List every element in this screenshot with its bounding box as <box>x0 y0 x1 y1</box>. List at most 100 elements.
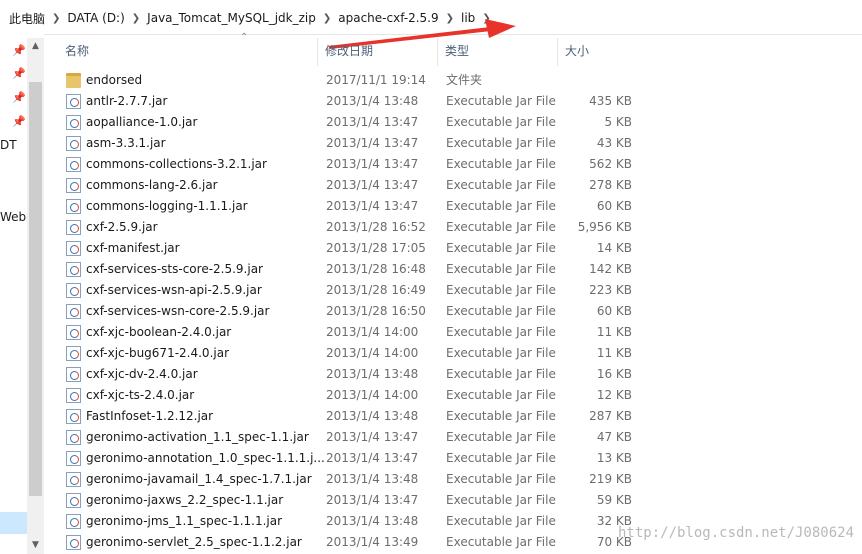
file-row[interactable]: cxf-services-wsn-core-2.5.9.jar 2013/1/28… <box>58 301 640 322</box>
column-header-date[interactable]: 修改日期 <box>318 38 438 66</box>
file-modified-date: 2013/1/4 13:48 <box>326 514 419 528</box>
file-row[interactable]: commons-logging-1.1.1.jar 2013/1/4 13:47 E… <box>58 196 640 217</box>
file-modified-date: 2013/1/4 13:47 <box>326 451 419 465</box>
file-modified-date: 2013/1/4 13:48 <box>326 409 419 423</box>
column-header-size[interactable]: 大小 <box>558 38 640 66</box>
file-modified-date: 2013/1/4 13:47 <box>326 115 419 129</box>
file-row[interactable]: geronimo-javamail_1.4_spec-1.7.1.jar 2013… <box>58 469 640 490</box>
file-row[interactable]: aopalliance-1.0.jar 2013/1/4 13:47 Executa… <box>58 112 640 133</box>
file-row[interactable]: commons-collections-3.2.1.jar 2013/1/4 13… <box>58 154 640 175</box>
file-row[interactable]: cxf-xjc-ts-2.4.0.jar 2013/1/4 14:00 Execut… <box>58 385 640 406</box>
pin-icon[interactable]: 📌 <box>12 67 26 80</box>
file-modified-date: 2013/1/28 16:48 <box>326 262 426 276</box>
file-row[interactable]: cxf-xjc-dv-2.4.0.jar 2013/1/4 13:48 Execut… <box>58 364 640 385</box>
pin-icon[interactable]: 📌 <box>12 44 26 57</box>
scroll-up-icon[interactable]: ▲ <box>27 38 44 55</box>
pin-icon[interactable]: 📌 <box>12 115 26 128</box>
file-type: Executable Jar File <box>446 262 556 276</box>
file-row[interactable]: cxf-services-sts-core-2.5.9.jar 2013/1/28… <box>58 259 640 280</box>
file-row[interactable]: geronimo-jms_1.1_spec-1.1.1.jar 2013/1/4 … <box>58 511 640 532</box>
jar-file-icon <box>66 115 81 130</box>
file-type: Executable Jar File <box>446 325 556 339</box>
file-name: FastInfoset-1.2.12.jar <box>86 409 214 423</box>
file-size: 47 KB <box>596 430 632 444</box>
nav-item-partial[interactable]: DT <box>0 138 17 152</box>
file-type: Executable Jar File <box>446 535 556 549</box>
file-row[interactable]: FastInfoset-1.2.12.jar 2013/1/4 13:48 Exec… <box>58 406 640 427</box>
file-type: Executable Jar File <box>446 409 556 423</box>
file-size: 14 KB <box>596 241 632 255</box>
file-name: geronimo-servlet_2.5_spec-1.1.2.jar <box>86 535 302 549</box>
jar-file-icon <box>66 367 81 382</box>
file-modified-date: 2013/1/28 16:50 <box>326 304 426 318</box>
file-type: Executable Jar File <box>446 451 556 465</box>
file-type: Executable Jar File <box>446 241 556 255</box>
file-row[interactable]: geronimo-servlet_2.5_spec-1.1.2.jar 2013/… <box>58 532 640 553</box>
file-name: cxf-xjc-ts-2.4.0.jar <box>86 388 195 402</box>
file-row[interactable]: geronimo-annotation_1.0_spec-1.1.1.j... 2… <box>58 448 640 469</box>
file-size: 43 KB <box>596 136 632 150</box>
file-modified-date: 2013/1/4 13:48 <box>326 367 419 381</box>
jar-file-icon <box>66 430 81 445</box>
file-size: 223 KB <box>589 283 632 297</box>
file-row[interactable]: cxf-services-wsn-api-2.5.9.jar 2013/1/28 … <box>58 280 640 301</box>
file-name: geronimo-jms_1.1_spec-1.1.1.jar <box>86 514 283 528</box>
file-type: Executable Jar File <box>446 514 556 528</box>
file-row[interactable]: commons-lang-2.6.jar 2013/1/4 13:47 Execut… <box>58 175 640 196</box>
file-type: Executable Jar File <box>446 472 556 486</box>
file-row[interactable]: cxf-manifest.jar 2013/1/28 17:05 Executabl… <box>58 238 640 259</box>
file-row[interactable]: endorsed 2017/11/1 19:14 文件夹 <box>58 70 640 91</box>
pin-icon[interactable]: 📌 <box>12 91 26 104</box>
file-row[interactable]: cxf-xjc-bug671-2.4.0.jar 2013/1/4 14:00 Ex… <box>58 343 640 364</box>
watermark-text: http://blog.csdn.net/J080624 <box>618 525 855 541</box>
nav-scrollbar[interactable]: ▲ ▼ <box>27 38 44 554</box>
jar-file-icon <box>66 388 81 403</box>
file-size: 13 KB <box>596 451 632 465</box>
file-name: commons-logging-1.1.1.jar <box>86 199 248 213</box>
file-modified-date: 2013/1/28 16:49 <box>326 283 426 297</box>
file-type: Executable Jar File <box>446 199 556 213</box>
file-modified-date: 2013/1/4 14:00 <box>326 388 419 402</box>
file-size: 16 KB <box>596 367 632 381</box>
file-modified-date: 2013/1/4 13:48 <box>326 472 419 486</box>
file-row[interactable]: asm-3.3.1.jar 2013/1/4 13:47 Executable Ja… <box>58 133 640 154</box>
file-size: 287 KB <box>589 409 632 423</box>
file-size: 562 KB <box>589 157 632 171</box>
file-type: Executable Jar File <box>446 367 556 381</box>
nav-selected-item[interactable] <box>0 512 27 534</box>
file-modified-date: 2013/1/4 14:00 <box>326 346 419 360</box>
jar-file-icon <box>66 472 81 487</box>
file-size: 12 KB <box>596 388 632 402</box>
file-type: Executable Jar File <box>446 283 556 297</box>
jar-file-icon <box>66 241 81 256</box>
file-modified-date: 2013/1/4 13:47 <box>326 199 419 213</box>
file-name: geronimo-jaxws_2.2_spec-1.1.jar <box>86 493 284 507</box>
column-header-name[interactable]: 名称 <box>58 38 318 66</box>
file-type: Executable Jar File <box>446 94 556 108</box>
file-row[interactable]: geronimo-activation_1.1_spec-1.1.jar 2013… <box>58 427 640 448</box>
file-modified-date: 2013/1/4 13:49 <box>326 535 419 549</box>
scrollbar-thumb[interactable] <box>29 82 42 496</box>
jar-file-icon <box>66 409 81 424</box>
file-type: Executable Jar File <box>446 493 556 507</box>
scroll-down-icon[interactable]: ▼ <box>27 537 44 554</box>
file-size: 5,956 KB <box>577 220 632 234</box>
file-row[interactable]: antlr-2.7.7.jar 2013/1/4 13:48 Executable … <box>58 91 640 112</box>
file-row[interactable]: geronimo-jaxws_2.2_spec-1.1.jar 2013/1/4 … <box>58 490 640 511</box>
jar-file-icon <box>66 514 81 529</box>
file-name: antlr-2.7.7.jar <box>86 94 168 108</box>
file-size: 278 KB <box>589 178 632 192</box>
file-type: Executable Jar File <box>446 157 556 171</box>
file-row[interactable]: cxf-2.5.9.jar 2013/1/28 16:52 Executable J… <box>58 217 640 238</box>
file-type: Executable Jar File <box>446 178 556 192</box>
file-type: Executable Jar File <box>446 346 556 360</box>
file-modified-date: 2013/1/4 13:47 <box>326 157 419 171</box>
jar-file-icon <box>66 199 81 214</box>
jar-file-icon <box>66 157 81 172</box>
file-row[interactable]: cxf-xjc-boolean-2.4.0.jar 2013/1/4 14:00 E… <box>58 322 640 343</box>
column-header-type[interactable]: 类型 <box>438 38 558 66</box>
file-modified-date: 2013/1/28 17:05 <box>326 241 426 255</box>
file-name: cxf-xjc-boolean-2.4.0.jar <box>86 325 232 339</box>
jar-file-icon <box>66 94 81 109</box>
file-type: Executable Jar File <box>446 430 556 444</box>
